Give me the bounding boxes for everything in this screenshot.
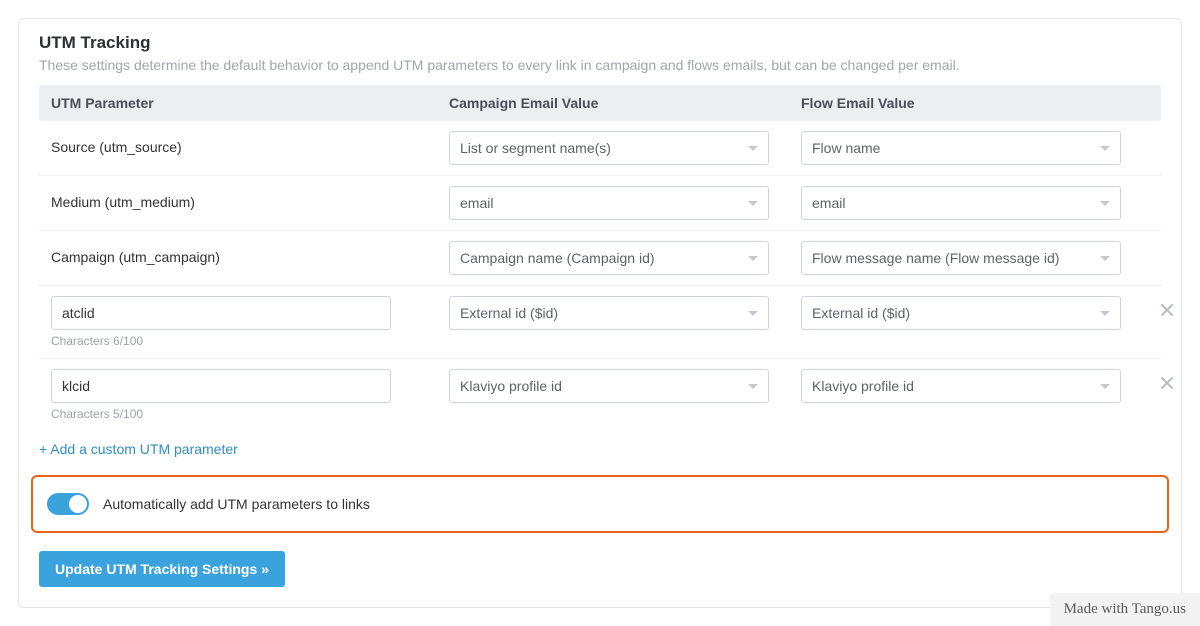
chevron-down-icon <box>1100 256 1110 261</box>
section-title: UTM Tracking <box>39 33 1161 53</box>
row-source: Source (utm_source) List or segment name… <box>39 121 1161 176</box>
select-value: Klaviyo profile id <box>460 378 562 394</box>
param-label-medium: Medium (utm_medium) <box>51 186 449 210</box>
section-subtitle: These settings determine the default beh… <box>39 57 1161 73</box>
watermark: Made with Tango.us <box>1050 593 1200 626</box>
chevron-down-icon <box>1100 311 1110 316</box>
chevron-down-icon <box>748 146 758 151</box>
row-medium: Medium (utm_medium) email email <box>39 176 1161 231</box>
select-medium-campaign[interactable]: email <box>449 186 769 220</box>
select-value: Campaign name (Campaign id) <box>460 250 655 266</box>
select-campaign-campaign[interactable]: Campaign name (Campaign id) <box>449 241 769 275</box>
auto-add-highlight: Automatically add UTM parameters to link… <box>31 475 1169 533</box>
select-value: Flow message name (Flow message id) <box>812 250 1059 266</box>
chevron-down-icon <box>748 384 758 389</box>
select-campaign-flow[interactable]: Flow message name (Flow message id) <box>801 241 1121 275</box>
custom-param-name-input[interactable] <box>51 296 391 330</box>
select-value: List or segment name(s) <box>460 140 611 156</box>
update-settings-button[interactable]: Update UTM Tracking Settings » <box>39 551 285 587</box>
select-custom2-flow[interactable]: Klaviyo profile id <box>801 369 1121 403</box>
select-value: email <box>460 195 493 211</box>
row-custom-klcid: Characters 5/100 Klaviyo profile id Klav… <box>39 359 1161 431</box>
select-medium-flow[interactable]: email <box>801 186 1121 220</box>
select-custom1-flow[interactable]: External id ($id) <box>801 296 1121 330</box>
remove-row-icon[interactable] <box>1159 296 1175 318</box>
col-header-flow: Flow Email Value <box>801 95 1153 111</box>
chevron-down-icon <box>1100 384 1110 389</box>
select-custom1-campaign[interactable]: External id ($id) <box>449 296 769 330</box>
char-count: Characters 5/100 <box>51 407 449 421</box>
select-source-campaign[interactable]: List or segment name(s) <box>449 131 769 165</box>
select-value: email <box>812 195 845 211</box>
chevron-down-icon <box>1100 201 1110 206</box>
chevron-down-icon <box>748 201 758 206</box>
select-value: External id ($id) <box>812 305 910 321</box>
auto-add-toggle-label: Automatically add UTM parameters to link… <box>103 496 370 512</box>
select-custom2-campaign[interactable]: Klaviyo profile id <box>449 369 769 403</box>
utm-tracking-card: UTM Tracking These settings determine th… <box>18 18 1182 608</box>
remove-row-icon[interactable] <box>1159 369 1175 391</box>
char-count: Characters 6/100 <box>51 334 449 348</box>
param-label-source: Source (utm_source) <box>51 131 449 155</box>
add-custom-param-link[interactable]: + Add a custom UTM parameter <box>33 437 244 461</box>
chevron-down-icon <box>748 311 758 316</box>
auto-add-toggle[interactable] <box>47 493 89 515</box>
col-header-campaign: Campaign Email Value <box>449 95 801 111</box>
select-value: Klaviyo profile id <box>812 378 914 394</box>
chevron-down-icon <box>1100 146 1110 151</box>
select-value: Flow name <box>812 140 880 156</box>
row-custom-atclid: Characters 6/100 External id ($id) Exter… <box>39 286 1161 359</box>
col-header-param: UTM Parameter <box>51 95 449 111</box>
param-label-campaign: Campaign (utm_campaign) <box>51 241 449 265</box>
chevron-down-icon <box>748 256 758 261</box>
table-header: UTM Parameter Campaign Email Value Flow … <box>39 85 1161 121</box>
select-value: External id ($id) <box>460 305 558 321</box>
custom-param-name-input[interactable] <box>51 369 391 403</box>
row-campaign: Campaign (utm_campaign) Campaign name (C… <box>39 231 1161 286</box>
select-source-flow[interactable]: Flow name <box>801 131 1121 165</box>
